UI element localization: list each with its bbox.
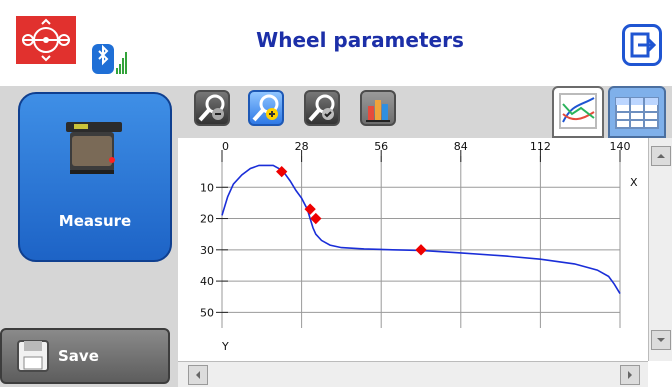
x-tick-label: 56 (374, 140, 388, 153)
measure-button[interactable]: Measure (18, 92, 172, 262)
zoom-out-icon (198, 94, 225, 122)
exit-button[interactable] (622, 24, 662, 66)
scroll-left-icon (196, 371, 200, 379)
profile-chart: 0 28 56 84 112 140 10 20 30 40 50 X Y (200, 140, 638, 353)
x-tick-label: 112 (530, 140, 551, 153)
horizontal-scrollbar[interactable] (178, 361, 648, 387)
save-button[interactable]: Save (0, 328, 170, 384)
x-tick-label: 0 (222, 140, 229, 153)
y-tick-label: 50 (200, 306, 214, 319)
floppy-disk-icon (16, 339, 50, 373)
scroll-up-button[interactable] (651, 146, 671, 166)
y-tick-label: 30 (200, 244, 214, 257)
y-tick-label: 10 (200, 181, 214, 194)
measure-button-label: Measure (58, 212, 132, 230)
scroll-left-button[interactable] (188, 365, 208, 385)
data-marker (304, 203, 316, 215)
x-axis-label: X (630, 176, 638, 189)
zoom-out-button[interactable] (194, 90, 230, 126)
x-tick-label: 140 (610, 140, 631, 153)
scroll-right-button[interactable] (620, 365, 640, 385)
graph-toolbar (178, 86, 672, 138)
bluetooth-icon (92, 38, 128, 78)
scroll-down-icon (657, 338, 665, 342)
y-tick-label: 40 (200, 275, 214, 288)
zoom-check-icon (308, 94, 335, 122)
x-tick-label: 28 (295, 140, 309, 153)
page-title: Wheel parameters (256, 28, 464, 52)
signal-strength-icon (116, 52, 127, 74)
exit-icon (630, 32, 657, 58)
tab-graph[interactable] (552, 86, 604, 138)
header-bar: Wheel parameters (0, 0, 672, 86)
bar-chart-icon (366, 100, 390, 122)
line-graph-icon (559, 93, 597, 129)
scroll-down-button[interactable] (651, 330, 671, 350)
chart-area: 0 28 56 84 112 140 10 20 30 40 50 X Y (178, 138, 672, 387)
y-tick-label: 20 (200, 213, 214, 226)
wheel-logo-icon (16, 16, 76, 64)
data-marker (415, 244, 427, 256)
gauge-device-icon (60, 120, 130, 180)
x-tick-label: 84 (454, 140, 468, 153)
scroll-right-icon (628, 371, 632, 379)
zoom-reset-button[interactable] (304, 90, 340, 126)
zoom-in-button[interactable] (248, 90, 284, 126)
vertical-scrollbar[interactable] (648, 138, 672, 361)
zoom-in-icon (252, 94, 279, 122)
table-icon (615, 97, 659, 129)
tab-table[interactable] (608, 86, 666, 138)
series-line (221, 164, 621, 295)
y-axis-label: Y (221, 340, 229, 353)
bar-chart-button[interactable] (360, 90, 396, 126)
scroll-up-icon (657, 154, 665, 158)
save-button-label: Save (58, 347, 99, 365)
